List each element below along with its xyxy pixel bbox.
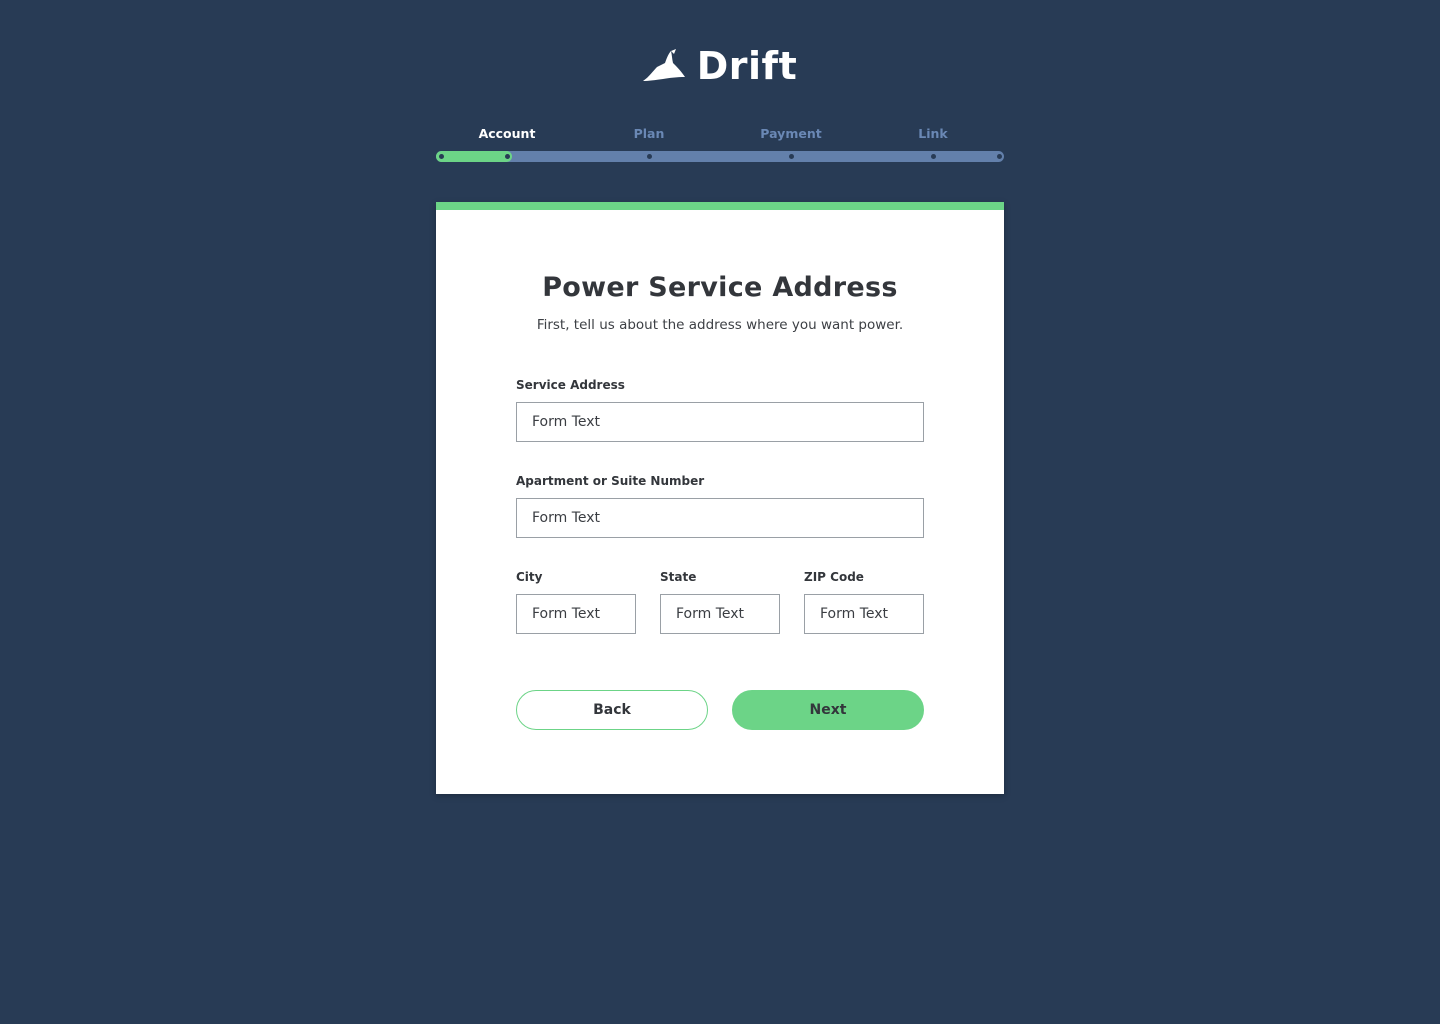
apartment-input[interactable]	[516, 498, 924, 538]
state-label: State	[660, 570, 697, 584]
bird-icon	[642, 49, 685, 83]
city-input[interactable]	[516, 594, 636, 634]
step-dot-link	[930, 154, 936, 159]
brand-logo[interactable]: Drift	[0, 44, 1440, 88]
apartment-label: Apartment or Suite Number	[516, 474, 705, 488]
step-dot-plan	[646, 154, 652, 159]
progress-start-dot	[438, 154, 444, 159]
zip-input[interactable]	[804, 594, 924, 634]
step-account[interactable]: Account	[447, 126, 567, 141]
page-subtitle: First, tell us about the address where y…	[536, 317, 904, 333]
step-dot-payment	[788, 154, 794, 159]
progress-end-dot	[996, 154, 1002, 159]
page: Drift Account Plan Payment Link Power Se…	[0, 0, 1440, 1024]
brand-name: Drift	[696, 44, 798, 88]
card-accent-bar	[436, 202, 1004, 210]
city-label: City	[516, 570, 543, 584]
step-dot-account	[504, 154, 510, 159]
step-plan[interactable]: Plan	[589, 126, 709, 141]
step-link[interactable]: Link	[873, 126, 993, 141]
form-card: Power Service Address First, tell us abo…	[436, 202, 1004, 794]
service-address-label: Service Address	[516, 378, 625, 392]
next-button[interactable]: Next	[732, 690, 924, 730]
page-title: Power Service Address	[542, 272, 898, 303]
zip-label: ZIP Code	[804, 570, 864, 584]
service-address-input[interactable]	[516, 402, 924, 442]
progress-track	[436, 151, 1004, 162]
step-payment[interactable]: Payment	[731, 126, 851, 141]
progress-fill	[436, 151, 512, 162]
back-button[interactable]: Back	[516, 690, 708, 730]
progress-stepper: Account Plan Payment Link	[436, 126, 1004, 166]
state-input[interactable]	[660, 594, 780, 634]
